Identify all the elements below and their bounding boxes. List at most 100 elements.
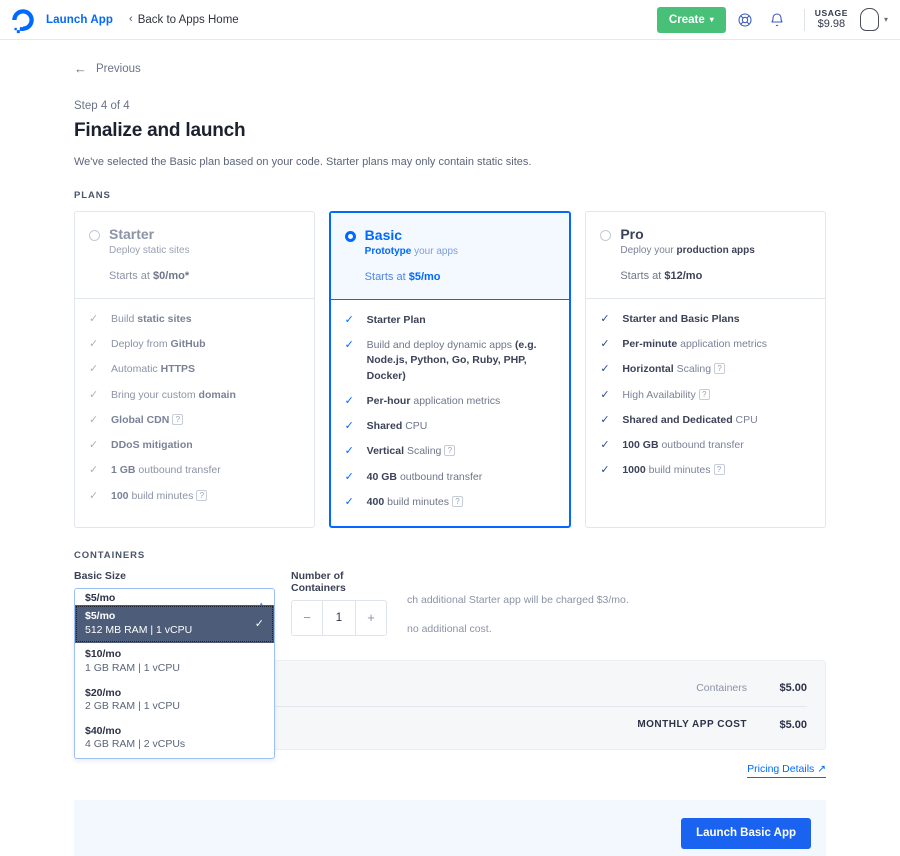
feature-text: outbound transfer — [658, 439, 744, 452]
check-icon: ✓ — [254, 618, 264, 631]
feature-text-bold: Shared — [366, 420, 403, 433]
decrement-button[interactable]: − — [292, 600, 322, 635]
check-icon: ✓ — [89, 464, 99, 477]
plan-price-prefix: Starts at — [364, 271, 409, 283]
plan-price-value: $12/mo — [664, 270, 703, 282]
option-spec: 1 GB RAM | 1 vCPU — [85, 661, 180, 674]
plan-header-basic: Basic Prototype your apps Starts at $5/m… — [330, 213, 570, 299]
check-icon: ✓ — [89, 489, 99, 502]
feature-text-bold: GitHub — [170, 338, 206, 351]
check-icon: ✓ — [344, 470, 354, 483]
option-price: $10/mo — [85, 648, 122, 661]
help-icon[interactable]: ? — [444, 445, 456, 457]
feature-text-bold: Global CDN — [111, 413, 170, 426]
check-icon: ✓ — [344, 495, 354, 508]
dropdown-option[interactable]: $10/mo 1 GB RAM | 1 vCPU — [75, 643, 274, 681]
plan-features-pro: ✓ Starter and Basic Plans ✓ Per-minute app… — [586, 298, 826, 527]
dropdown-option[interactable]: $20/mo 2 GB RAM | 1 vCPU — [75, 682, 274, 720]
plan-card-basic[interactable]: Basic Prototype your apps Starts at $5/m… — [328, 211, 572, 528]
feature-text: outbound transfer — [135, 464, 221, 477]
previous-step-link[interactable]: ← Previous — [74, 62, 826, 75]
bell-icon[interactable] — [764, 7, 790, 33]
chevron-left-icon: ‹ — [129, 13, 133, 25]
plan-name-pro: Pro — [620, 226, 644, 242]
increment-button[interactable]: + — [356, 600, 386, 635]
container-count-label: Number of Containers — [291, 569, 346, 594]
feature-text-bold: 1 GB — [111, 464, 136, 477]
usage-display[interactable]: USAGE $9.98 — [815, 8, 848, 31]
quantity-stepper: − 1 + — [291, 599, 387, 636]
feature-text: Deploy from — [111, 338, 171, 351]
plan-tagline-starter: Deploy static sites — [109, 245, 298, 256]
top-navigation-bar: Launch App ‹ Back to Apps Home Create ▾ … — [0, 0, 900, 40]
feature-text-bold: 400 — [366, 495, 385, 508]
check-icon: ✓ — [600, 464, 610, 477]
help-icon[interactable]: ? — [172, 413, 184, 425]
page-title: Finalize and launch — [74, 120, 246, 141]
feature-text-bold: 40 GB — [366, 470, 398, 483]
digitalocean-logo[interactable] — [8, 5, 38, 35]
option-price: $20/mo — [85, 686, 122, 699]
lifebuoy-icon[interactable] — [732, 7, 758, 33]
feature-text: Automatic — [111, 363, 161, 376]
feature-item: ✓ DDoS mitigation — [89, 438, 298, 453]
feature-item: ✓ Build static sites — [89, 312, 298, 327]
create-button[interactable]: Create ▾ — [656, 6, 726, 33]
option-spec: 4 GB RAM | 2 vCPUs — [85, 738, 186, 751]
plan-price-starter: Starts at $0/mo* — [109, 270, 298, 282]
basic-size-dropdown-menu[interactable]: $5/mo 512 MB RAM | 1 vCPU ✓ $10/mo 1 GB … — [74, 604, 275, 760]
feature-item: ✓ Per-hour application metrics — [345, 394, 554, 409]
plan-card-pro[interactable]: Pro Deploy your production apps Starts a… — [585, 211, 827, 528]
feature-text-bold: static sites — [137, 313, 192, 325]
feature-text-bold: domain — [198, 388, 236, 401]
plan-tagline-text: your apps — [411, 246, 459, 257]
previous-label: Previous — [96, 62, 141, 75]
feature-item: ✓ Build and deploy dynamic apps (e.g. Nod… — [345, 338, 554, 384]
plan-radio-pro[interactable] — [600, 230, 612, 241]
plan-radio-starter[interactable] — [89, 230, 100, 241]
dropdown-option[interactable]: $40/mo 4 GB RAM | 2 vCPUs — [75, 720, 274, 758]
feature-text: build minutes — [645, 464, 711, 477]
plan-tagline-bold: Prototype — [364, 246, 412, 257]
pricing-details-link[interactable]: Pricing Details ↗ — [747, 763, 826, 778]
feature-text-bold: Starter Plan — [366, 314, 426, 326]
check-icon: ✓ — [344, 394, 354, 407]
plan-price-value: $5/mo — [408, 271, 441, 283]
account-menu[interactable]: ▾ — [859, 8, 888, 31]
feature-item: ✓ 1000 build minutes? — [600, 463, 809, 478]
dropdown-option[interactable]: $5/mo 512 MB RAM | 1 vCPU ✓ — [75, 604, 274, 644]
help-icon[interactable]: ? — [714, 363, 726, 375]
feature-item: ✓ Starter Plan — [345, 313, 554, 328]
chevron-down-icon: ▾ — [709, 15, 714, 24]
feature-item: ✓ 100 build minutes? — [89, 489, 298, 504]
container-notes: ch additional Starter app will be charge… — [407, 570, 826, 652]
check-icon: ✓ — [344, 420, 354, 433]
help-icon[interactable]: ? — [698, 388, 710, 400]
feature-item: ✓ Bring your custom domain — [89, 388, 298, 403]
feature-item: ✓ Shared and Dedicated CPU — [600, 413, 809, 428]
summary-total-amount: $5.00 — [779, 718, 807, 731]
check-icon: ✓ — [344, 314, 354, 326]
feature-text-bold: Per-hour — [366, 394, 411, 407]
plan-radio-basic[interactable] — [344, 231, 356, 242]
help-icon[interactable]: ? — [196, 489, 208, 501]
avatar-icon — [859, 8, 879, 31]
check-icon: ✓ — [89, 413, 99, 426]
help-icon[interactable]: ? — [452, 495, 463, 507]
feature-text: CPU — [402, 420, 428, 433]
plan-features-basic: ✓ Starter Plan ✓ Build and deploy dynamic … — [330, 299, 570, 526]
plans-list: Starter Deploy static sites Starts at $0… — [74, 211, 827, 528]
feature-item: ✓ High Availability? — [600, 388, 809, 403]
launch-app-link[interactable]: Launch App — [46, 14, 113, 26]
back-to-apps-home-link[interactable]: ‹ Back to Apps Home — [129, 14, 239, 26]
plan-name-starter: Starter — [109, 226, 155, 242]
note-starter-charge: ch additional Starter app will be charge… — [407, 593, 629, 606]
feature-text-bold: Starter and Basic Plans — [622, 313, 740, 325]
launch-basic-app-button[interactable]: Launch Basic App — [681, 817, 811, 849]
feature-text-bold: 100 GB — [622, 439, 659, 452]
feature-item: ✓ Vertical Scaling? — [345, 444, 554, 459]
plan-card-starter[interactable]: Starter Deploy static sites Starts at $0… — [74, 211, 315, 528]
container-count-field: Number of Containers − 1 + — [291, 570, 387, 652]
help-icon[interactable]: ? — [713, 464, 725, 476]
container-count-value[interactable]: 1 — [322, 600, 356, 635]
